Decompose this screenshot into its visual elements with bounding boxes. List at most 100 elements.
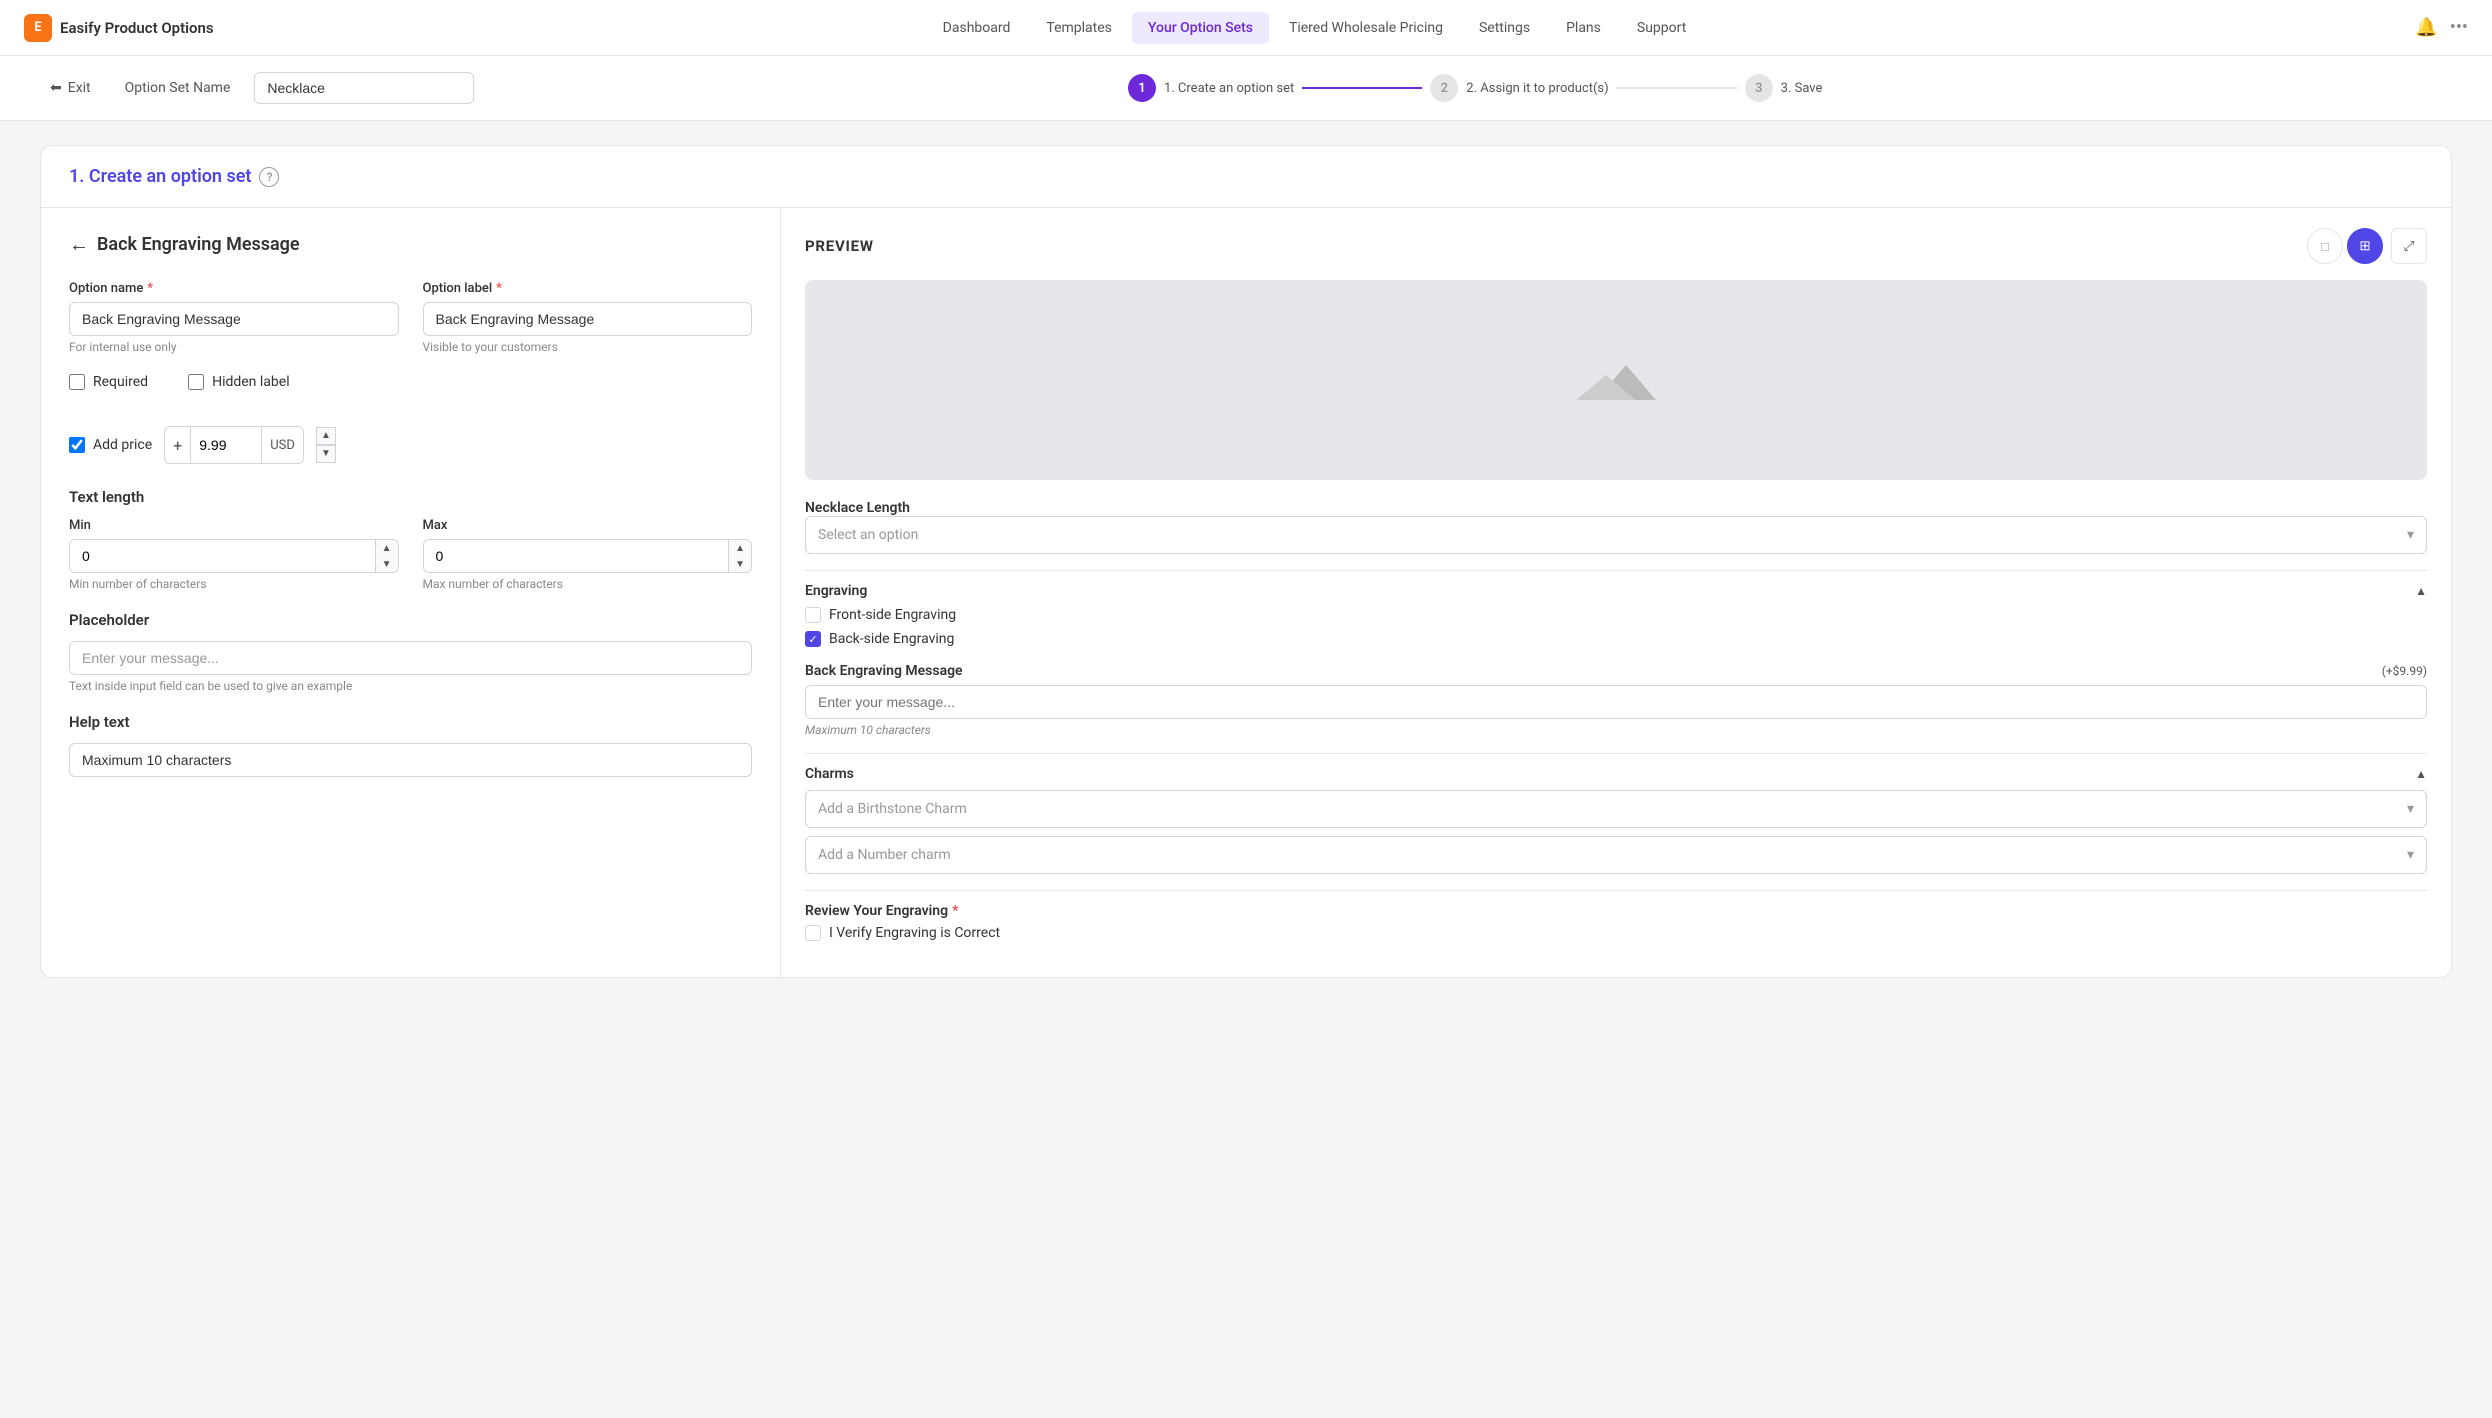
option-set-name-input[interactable]: [254, 72, 474, 104]
birthstone-chevron-icon: ▾: [2407, 801, 2414, 817]
option-label-required-star: *: [496, 281, 502, 296]
nav-option-sets[interactable]: Your Option Sets: [1132, 12, 1269, 44]
mountain-icon: [1576, 350, 1656, 410]
hidden-label-checkbox[interactable]: [188, 374, 204, 390]
price-up-button[interactable]: ▲: [316, 427, 336, 445]
preview-title: PREVIEW: [805, 237, 874, 255]
required-checkbox-row: Required: [69, 374, 148, 390]
step-1-label: 1. Create an option set: [1164, 81, 1294, 96]
option-name-input[interactable]: [69, 302, 399, 336]
add-price-row: Add price + USD ▲ ▼: [69, 426, 752, 464]
left-panel: ← Back Engraving Message Option name * F…: [41, 208, 781, 977]
option-label-hint: Visible to your customers: [423, 340, 753, 354]
min-max-row: Min ▲ ▼ Min number of characters Max: [69, 518, 752, 591]
expand-icon: ⤢: [2404, 238, 2415, 254]
number-charm-chevron-icon: ▾: [2407, 847, 2414, 863]
price-down-button[interactable]: ▼: [316, 445, 336, 463]
step-2-circle: 2: [1430, 74, 1458, 102]
engraving-header[interactable]: Engraving ▲: [805, 583, 2427, 599]
necklace-length-section: Necklace Length Select an option ▾: [805, 500, 2427, 554]
front-side-label: Front-side Engraving: [829, 607, 956, 623]
back-side-checkbox[interactable]: [805, 631, 821, 647]
option-name-label: Option name *: [69, 281, 399, 296]
min-down-button[interactable]: ▼: [376, 556, 398, 572]
price-input[interactable]: [191, 429, 261, 461]
help-icon[interactable]: ?: [259, 167, 279, 187]
review-engraving-label: Review Your Engraving *: [805, 903, 2427, 919]
max-input[interactable]: [424, 540, 729, 572]
front-side-row: Front-side Engraving: [805, 607, 2427, 623]
preview-header: PREVIEW □ ⊞ ⤢: [805, 228, 2427, 264]
expand-button[interactable]: ⤢: [2391, 228, 2427, 264]
step-line-2: [1617, 87, 1737, 89]
nav-templates[interactable]: Templates: [1030, 12, 1128, 44]
add-price-label[interactable]: Add price: [93, 437, 152, 453]
verify-checkbox[interactable]: [805, 925, 821, 941]
engraving-section: Engraving ▲ Front-side Engraving Back-si…: [805, 583, 2427, 647]
add-price-checkbox-row: Add price: [69, 437, 152, 453]
max-down-button[interactable]: ▼: [729, 556, 751, 572]
card-title: 1. Create an option set ?: [69, 166, 2423, 187]
review-required-star: *: [952, 903, 958, 919]
necklace-length-title: Necklace Length: [805, 500, 2427, 516]
logo-icon: E: [24, 14, 52, 42]
birthstone-charm-select[interactable]: Add a Birthstone Charm ▾: [805, 790, 2427, 828]
step-3-label: 3. Save: [1781, 81, 1823, 96]
more-options-icon[interactable]: •••: [2450, 17, 2468, 38]
price-plus-icon: +: [165, 427, 191, 463]
nav-support[interactable]: Support: [1621, 12, 1702, 44]
hidden-label-checkbox-row: Hidden label: [188, 374, 290, 390]
verify-label: I Verify Engraving is Correct: [829, 925, 1000, 941]
min-group: Min ▲ ▼ Min number of characters: [69, 518, 399, 591]
verify-row: I Verify Engraving is Correct: [805, 925, 2427, 941]
notification-icon[interactable]: 🔔: [2415, 17, 2437, 38]
panel-back[interactable]: ← Back Engraving Message: [69, 232, 752, 257]
view-toggle: □ ⊞: [2307, 228, 2383, 264]
charms-header[interactable]: Charms ▲: [805, 766, 2427, 782]
app-logo: E Easify Product Options: [24, 14, 214, 42]
min-hint: Min number of characters: [69, 577, 399, 591]
mobile-view-button[interactable]: □: [2307, 228, 2343, 264]
main-content: 1. Create an option set ? ← Back Engravi…: [0, 121, 2492, 1002]
placeholder-section: Placeholder Text inside input field can …: [69, 611, 752, 693]
main-nav: Dashboard Templates Your Option Sets Tie…: [927, 12, 1703, 44]
engraving-message-input[interactable]: [805, 685, 2427, 719]
price-steppers: ▲ ▼: [316, 427, 336, 463]
engraving-chevron-icon: ▲: [2415, 584, 2427, 598]
required-checkbox[interactable]: [69, 374, 85, 390]
max-group: Max ▲ ▼ Max number of characters: [423, 518, 753, 591]
step-line-1: [1302, 87, 1422, 89]
required-label[interactable]: Required: [93, 374, 148, 390]
placeholder-input[interactable]: [69, 641, 752, 675]
exit-button[interactable]: ⬅ Exit: [40, 74, 101, 102]
help-text-section: Help text: [69, 713, 752, 777]
hidden-label[interactable]: Hidden label: [212, 374, 290, 390]
nav-tiered-pricing[interactable]: Tiered Wholesale Pricing: [1273, 12, 1459, 44]
option-label-group: Option label * Visible to your customers: [423, 281, 753, 354]
number-charm-select[interactable]: Add a Number charm ▾: [805, 836, 2427, 874]
nav-settings[interactable]: Settings: [1463, 12, 1546, 44]
charms-chevron-icon: ▲: [2415, 767, 2427, 781]
desktop-view-button[interactable]: ⊞: [2347, 228, 2383, 264]
topbar: E Easify Product Options Dashboard Templ…: [0, 0, 2492, 56]
help-text-input[interactable]: [69, 743, 752, 777]
max-steppers: ▲ ▼: [728, 540, 751, 572]
back-engraving-price-badge: (+$9.99): [2382, 664, 2427, 678]
necklace-length-select[interactable]: Select an option ▾: [805, 516, 2427, 554]
product-image: [805, 280, 2427, 480]
min-up-button[interactable]: ▲: [376, 540, 398, 556]
divider-1: [805, 570, 2427, 571]
price-currency: USD: [261, 427, 303, 463]
wizard-bar: ⬅ Exit Option Set Name 1 1. Create an op…: [0, 56, 2492, 121]
nav-plans[interactable]: Plans: [1550, 12, 1617, 44]
two-panel: ← Back Engraving Message Option name * F…: [41, 208, 2451, 977]
right-panel: PREVIEW □ ⊞ ⤢: [781, 208, 2451, 977]
min-input[interactable]: [70, 540, 375, 572]
front-side-checkbox[interactable]: [805, 607, 821, 623]
add-price-checkbox[interactable]: [69, 437, 85, 453]
max-up-button[interactable]: ▲: [729, 540, 751, 556]
option-label-input[interactable]: [423, 302, 753, 336]
option-label-label: Option label *: [423, 281, 753, 296]
nav-dashboard[interactable]: Dashboard: [927, 12, 1027, 44]
divider-2: [805, 753, 2427, 754]
